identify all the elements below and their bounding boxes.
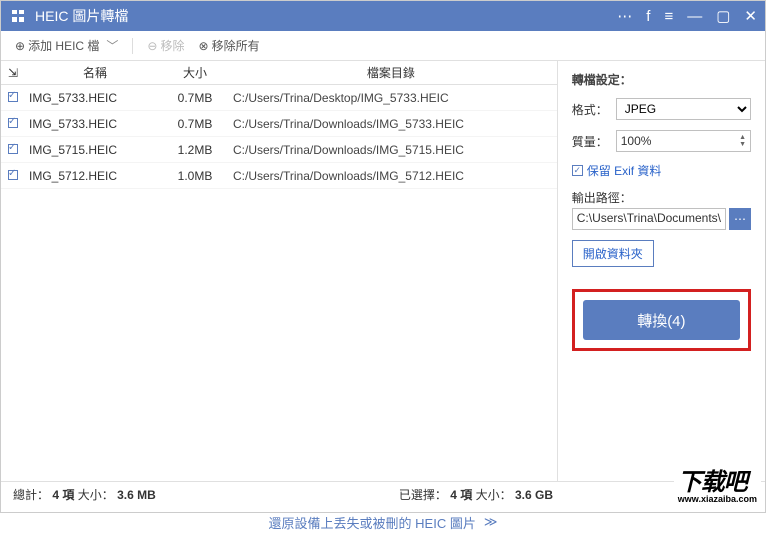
footer-link-text: 還原設備上丢失或被刪的 HEIC 圖片 bbox=[269, 513, 476, 532]
file-size: 0.7MB bbox=[165, 117, 225, 131]
facebook-icon[interactable]: f bbox=[646, 8, 650, 25]
checkbox-icon[interactable] bbox=[8, 92, 18, 102]
file-path: C:/Users/Trina/Downloads/IMG_5712.HEIC bbox=[225, 169, 557, 183]
file-path: C:/Users/Trina/Desktop/IMG_5733.HEIC bbox=[225, 91, 557, 105]
file-size: 1.2MB bbox=[165, 143, 225, 157]
checkbox-icon[interactable] bbox=[8, 170, 18, 180]
main-area: ⇲ 名稱 大小 檔案目錄 IMG_5733.HEIC 0.7MB C:/User… bbox=[1, 61, 765, 481]
output-section: 輸出路徑： C:\Users\Trina\Documents\ ⋯ bbox=[572, 189, 751, 230]
quality-label: 質量： bbox=[572, 133, 610, 150]
menu-icon[interactable]: ≡ bbox=[664, 8, 673, 25]
quality-stepper[interactable]: 100% ▲▼ bbox=[616, 130, 751, 152]
quality-row: 質量： 100% ▲▼ bbox=[572, 130, 751, 152]
quality-value: 100% bbox=[621, 134, 652, 148]
table-row[interactable]: IMG_5715.HEIC 1.2MB C:/Users/Trina/Downl… bbox=[1, 137, 557, 163]
selected-label: 已選擇： bbox=[399, 488, 447, 502]
file-path: C:/Users/Trina/Downloads/IMG_5733.HEIC bbox=[225, 117, 557, 131]
plus-icon: ⊕ bbox=[15, 39, 25, 53]
file-name: IMG_5712.HEIC bbox=[25, 169, 165, 183]
keep-exif-checkbox[interactable]: ✓ 保留 Exif 資料 bbox=[572, 162, 751, 179]
spinner-icon[interactable]: ▲▼ bbox=[739, 134, 746, 148]
file-name: IMG_5715.HEIC bbox=[25, 143, 165, 157]
remove-label: 移除 bbox=[160, 37, 184, 54]
convert-button[interactable]: 轉換(4) bbox=[583, 300, 740, 340]
open-folder-button[interactable]: 開啟資料夾 bbox=[572, 240, 654, 267]
window-controls: ⋯ f ≡ — ▢ ✕ bbox=[617, 7, 757, 25]
keep-exif-label: 保留 Exif 資料 bbox=[587, 162, 662, 179]
remove-all-button[interactable]: ⊗ 移除所有 bbox=[195, 35, 264, 56]
footer-recovery-link[interactable]: 還原設備上丢失或被刪的 HEIC 圖片 ≫ bbox=[1, 507, 765, 537]
selected-size: 3.6 GB bbox=[515, 488, 553, 502]
app-title: HEIC 圖片轉檔 bbox=[35, 6, 617, 26]
file-size: 1.0MB bbox=[165, 169, 225, 183]
watermark-text: 下载吧 bbox=[678, 469, 747, 496]
format-row: 格式： JPEG bbox=[572, 98, 751, 120]
status-bar: 總計： 4 項 大小： 3.6 MB 已選擇： 4 項 大小： 3.6 GB bbox=[1, 481, 765, 507]
maximize-icon[interactable]: ▢ bbox=[716, 7, 730, 25]
browse-button[interactable]: ⋯ bbox=[729, 208, 751, 230]
add-heic-button[interactable]: ⊕ 添加 HEIC 檔 ﹀ bbox=[11, 35, 122, 56]
table-row[interactable]: IMG_5712.HEIC 1.0MB C:/Users/Trina/Downl… bbox=[1, 163, 557, 189]
minus-icon: ⊖ bbox=[147, 39, 157, 53]
format-select[interactable]: JPEG bbox=[616, 98, 751, 120]
selected-count: 4 項 bbox=[450, 488, 472, 502]
path-column-header[interactable]: 檔案目錄 bbox=[225, 64, 557, 81]
file-name: IMG_5733.HEIC bbox=[25, 117, 165, 131]
file-list: IMG_5733.HEIC 0.7MB C:/Users/Trina/Deskt… bbox=[1, 85, 557, 481]
settings-title: 轉檔設定： bbox=[572, 71, 751, 88]
checkbox-icon: ✓ bbox=[572, 165, 583, 176]
settings-panel: 轉檔設定： 格式： JPEG 質量： 100% ▲▼ ✓ 保留 Exif 資料 … bbox=[558, 61, 765, 481]
close-icon[interactable]: ✕ bbox=[744, 7, 757, 25]
total-size-label: 大小： bbox=[78, 488, 114, 502]
titlebar: HEIC 圖片轉檔 ⋯ f ≡ — ▢ ✕ bbox=[1, 1, 765, 31]
size-column-header[interactable]: 大小 bbox=[165, 64, 225, 81]
total-label: 總計： bbox=[13, 488, 49, 502]
remove-all-label: 移除所有 bbox=[212, 37, 260, 54]
name-column-header[interactable]: 名稱 bbox=[25, 64, 165, 81]
total-count: 4 項 bbox=[52, 488, 74, 502]
remove-all-icon: ⊗ bbox=[199, 39, 209, 53]
file-name: IMG_5733.HEIC bbox=[25, 91, 165, 105]
app-logo-icon bbox=[9, 7, 27, 25]
file-panel: ⇲ 名稱 大小 檔案目錄 IMG_5733.HEIC 0.7MB C:/User… bbox=[1, 61, 558, 481]
total-size: 3.6 MB bbox=[117, 488, 156, 502]
toolbar: ⊕ 添加 HEIC 檔 ﹀ ⊖ 移除 ⊗ 移除所有 bbox=[1, 31, 765, 61]
watermark-url: www.xiazaiba.com bbox=[678, 495, 757, 504]
file-list-header: ⇲ 名稱 大小 檔案目錄 bbox=[1, 61, 557, 85]
checkbox-icon[interactable] bbox=[8, 144, 18, 154]
checkbox-column-header[interactable]: ⇲ bbox=[1, 66, 25, 80]
arrow-right-icon: ≫ bbox=[484, 514, 498, 530]
format-label: 格式： bbox=[572, 101, 610, 118]
checkbox-icon[interactable] bbox=[8, 118, 18, 128]
remove-button: ⊖ 移除 bbox=[143, 35, 188, 56]
divider bbox=[132, 38, 133, 54]
table-row[interactable]: IMG_5733.HEIC 0.7MB C:/Users/Trina/Deskt… bbox=[1, 85, 557, 111]
file-path: C:/Users/Trina/Downloads/IMG_5715.HEIC bbox=[225, 143, 557, 157]
output-label: 輸出路徑： bbox=[572, 189, 751, 206]
file-size: 0.7MB bbox=[165, 91, 225, 105]
feedback-icon[interactable]: ⋯ bbox=[617, 7, 632, 25]
output-path-field[interactable]: C:\Users\Trina\Documents\ bbox=[572, 208, 726, 230]
selected-size-label: 大小： bbox=[476, 488, 512, 502]
table-row[interactable]: IMG_5733.HEIC 0.7MB C:/Users/Trina/Downl… bbox=[1, 111, 557, 137]
add-label: 添加 HEIC 檔 bbox=[28, 37, 99, 54]
watermark: 下载吧 www.xiazaiba.com bbox=[674, 471, 761, 504]
chevron-down-icon: ﹀ bbox=[106, 37, 118, 54]
minimize-icon[interactable]: — bbox=[687, 8, 702, 25]
convert-highlight: 轉換(4) bbox=[572, 289, 751, 351]
